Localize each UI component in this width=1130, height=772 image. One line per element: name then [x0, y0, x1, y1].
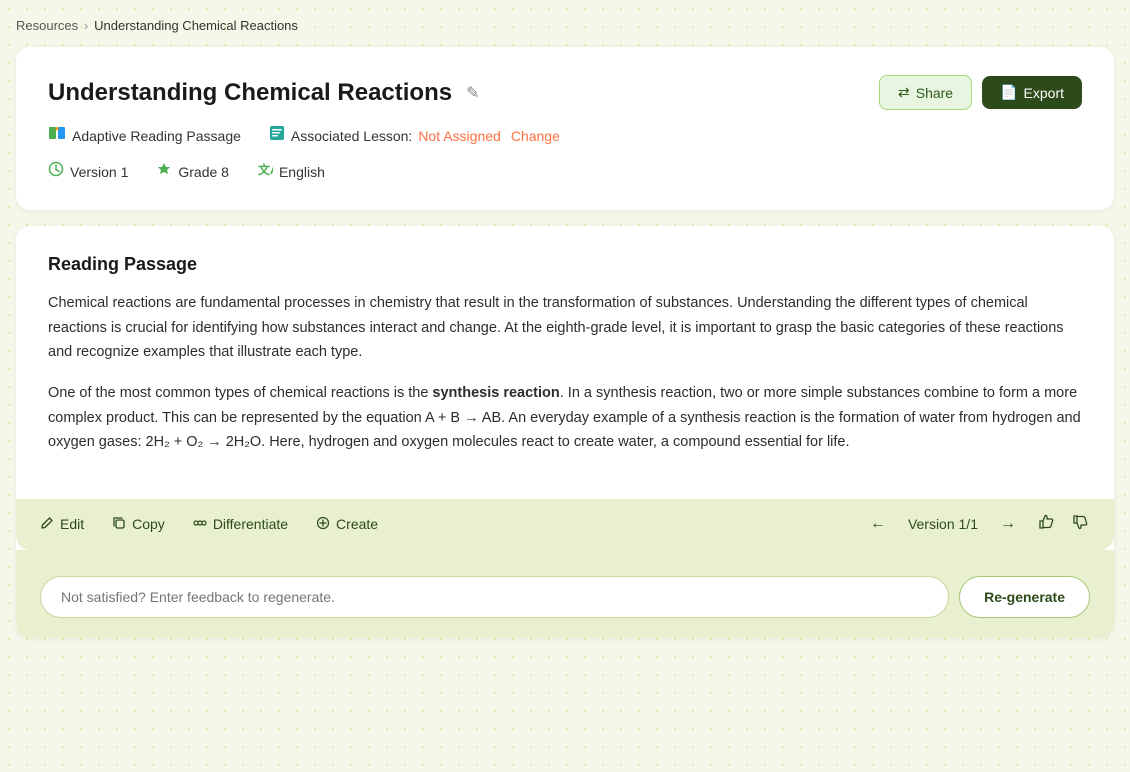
pencil-icon: ✎: [466, 85, 479, 102]
reading-paragraph-1: Chemical reactions are fundamental proce…: [48, 291, 1082, 365]
page-title: Understanding Chemical Reactions: [48, 79, 452, 107]
breadcrumb: Resources › Understanding Chemical React…: [16, 10, 1114, 47]
reading-card: Reading Passage Chemical reactions are f…: [16, 226, 1114, 499]
copy-icon: [112, 516, 126, 533]
differentiate-button[interactable]: Differentiate: [193, 516, 288, 533]
reading-title: Reading Passage: [48, 254, 1082, 275]
toolbar-left: Edit Copy D: [40, 516, 378, 533]
type-label: Adaptive Reading Passage: [72, 128, 241, 144]
feedback-row: Re-generate: [40, 564, 1090, 622]
edit-button[interactable]: Edit: [40, 516, 84, 533]
export-icon: 📄: [1000, 84, 1017, 101]
breadcrumb-resources[interactable]: Resources: [16, 18, 78, 33]
differentiate-label: Differentiate: [213, 516, 288, 532]
version-icon: [48, 161, 64, 182]
language-icon: 文A: [257, 161, 273, 182]
grade-label: Grade 8: [178, 164, 229, 180]
meta-version: Version 1: [48, 161, 128, 182]
grade-icon: [156, 161, 172, 182]
meta-lesson: Associated Lesson: Not Assigned Change: [269, 125, 560, 146]
feedback-bar: Re-generate: [16, 550, 1114, 638]
feedback-input[interactable]: [40, 576, 949, 618]
export-label: Export: [1024, 85, 1064, 101]
share-label: Share: [916, 85, 953, 101]
edit-label: Edit: [60, 516, 84, 532]
breadcrumb-current: Understanding Chemical Reactions: [94, 18, 298, 33]
language-label: English: [279, 164, 325, 180]
reading-container: Reading Passage Chemical reactions are f…: [16, 226, 1114, 638]
toolbar: Edit Copy D: [16, 499, 1114, 550]
export-button[interactable]: 📄 Export: [982, 76, 1082, 109]
meta-type: Adaptive Reading Passage: [48, 124, 241, 147]
meta-language: 文A English: [257, 161, 325, 182]
title-row: Understanding Chemical Reactions ✎: [48, 79, 484, 107]
meta-row-1: Adaptive Reading Passage Associated Less…: [48, 124, 1082, 147]
header-top: Understanding Chemical Reactions ✎ ⇄ Sha…: [48, 75, 1082, 110]
version-display: Version 1/1: [908, 516, 978, 532]
reading-paragraph-2: One of the most common types of chemical…: [48, 381, 1082, 455]
para2-pre: One of the most common types of chemical…: [48, 385, 432, 401]
lesson-status: Not Assigned: [418, 128, 501, 144]
adaptive-reading-icon: [48, 124, 66, 147]
prev-version-button[interactable]: ←: [864, 513, 892, 535]
version-label: Version 1: [70, 164, 128, 180]
toolbar-right: ← Version 1/1 →: [864, 513, 1090, 536]
lesson-icon: [269, 125, 285, 146]
change-link[interactable]: Change: [511, 128, 560, 144]
share-icon: ⇄: [898, 84, 910, 101]
next-version-button[interactable]: →: [994, 513, 1022, 535]
meta-grade: Grade 8: [156, 161, 229, 182]
copy-label: Copy: [132, 516, 165, 532]
meta-row-2: Version 1 Grade 8 文A English: [48, 161, 1082, 182]
edit-icon: [40, 516, 54, 533]
copy-button[interactable]: Copy: [112, 516, 165, 533]
breadcrumb-chevron: ›: [84, 19, 88, 33]
header-card: Understanding Chemical Reactions ✎ ⇄ Sha…: [16, 47, 1114, 210]
create-button[interactable]: Create: [316, 516, 378, 533]
share-button[interactable]: ⇄ Share: [879, 75, 972, 110]
thumbdown-button[interactable]: [1072, 513, 1090, 536]
thumbup-button[interactable]: [1038, 513, 1056, 536]
differentiate-icon: [193, 516, 207, 533]
header-actions: ⇄ Share 📄 Export: [879, 75, 1082, 110]
title-edit-button[interactable]: ✎: [462, 79, 483, 107]
create-icon: [316, 516, 330, 533]
svg-text:文A: 文A: [258, 162, 273, 177]
synthesis-reaction-bold: synthesis reaction: [432, 385, 559, 401]
regenerate-button[interactable]: Re-generate: [959, 576, 1090, 618]
lesson-label: Associated Lesson:: [291, 128, 412, 144]
create-label: Create: [336, 516, 378, 532]
